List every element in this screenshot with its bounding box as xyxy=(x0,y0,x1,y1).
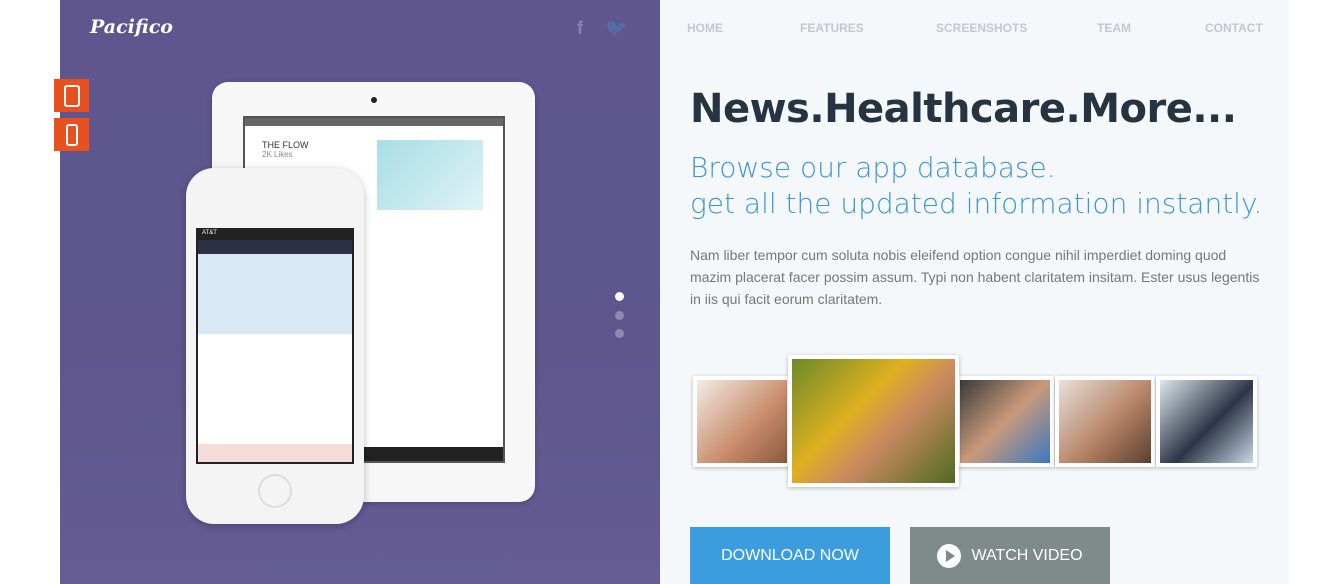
ipad-screen-likes: 2K Likes xyxy=(262,150,293,159)
nav-home[interactable]: HOME xyxy=(687,21,723,35)
tablet-icon xyxy=(63,84,80,107)
slider-dot-2[interactable] xyxy=(615,311,624,320)
ipad-screen-title: THE FLOW xyxy=(262,140,309,150)
subtitle-line-2: get all the updated information instantl… xyxy=(690,187,1263,220)
watch-label: WATCH VIDEO xyxy=(971,546,1083,564)
hero-device-panel: Pacifico f 🐦 THE FLOW 2K Likes AT&T xyxy=(60,0,660,584)
play-icon xyxy=(937,543,962,568)
hero-content: HOME FEATURES SCREENSHOTS TEAM CONTACT N… xyxy=(660,0,1289,584)
slider-dot-1[interactable] xyxy=(615,292,624,301)
hero-subtitle: Browse our app database. get all the upd… xyxy=(690,150,1262,222)
home-button xyxy=(258,474,292,508)
twitter-icon[interactable]: 🐦 xyxy=(605,18,627,39)
iphone-carrier: AT&T xyxy=(198,230,352,240)
photo-5[interactable] xyxy=(1156,376,1257,467)
iphone-mockup: AT&T xyxy=(186,168,364,524)
iphone-screen: AT&T xyxy=(196,228,354,464)
phone-icon xyxy=(65,123,78,146)
nav-contact[interactable]: CONTACT xyxy=(1205,21,1263,35)
hero-description: Nam liber tempor cum soluta nobis eleife… xyxy=(690,247,1260,307)
photo-2-featured[interactable] xyxy=(788,355,959,487)
hero-title: News.Healthcare.More... xyxy=(690,86,1237,132)
nav-screenshots[interactable]: SCREENSHOTS xyxy=(936,21,1027,35)
facebook-icon[interactable]: f xyxy=(577,18,583,39)
watch-video-button[interactable]: WATCH VIDEO xyxy=(910,527,1110,584)
slider-dot-3[interactable] xyxy=(615,329,624,338)
photo-3[interactable] xyxy=(956,376,1054,467)
download-now-button[interactable]: DOWNLOAD NOW xyxy=(690,527,890,584)
nav-features[interactable]: FEATURES xyxy=(800,21,864,35)
phone-view-button[interactable] xyxy=(54,118,89,151)
nav-team[interactable]: TEAM xyxy=(1097,21,1131,35)
photo-1[interactable] xyxy=(693,376,791,467)
subtitle-line-1: Browse our app database. xyxy=(690,151,1056,184)
logo[interactable]: Pacifico xyxy=(90,16,173,38)
tablet-view-button[interactable] xyxy=(54,79,89,112)
photo-4[interactable] xyxy=(1055,376,1155,467)
camera xyxy=(371,97,377,103)
download-label: DOWNLOAD NOW xyxy=(721,546,859,564)
